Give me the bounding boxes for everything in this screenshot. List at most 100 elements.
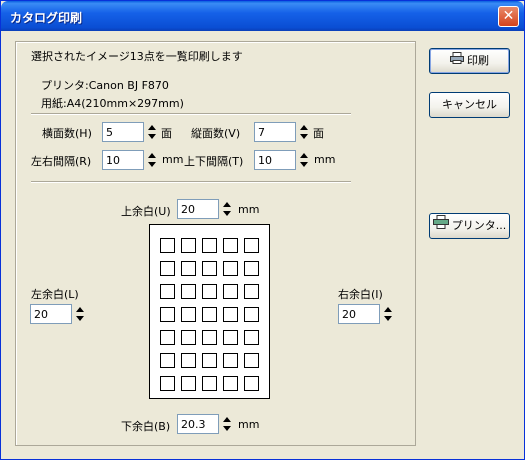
preview-grid bbox=[160, 238, 259, 391]
preview-cell bbox=[223, 307, 238, 322]
horizontal-count-unit: 面 bbox=[161, 127, 172, 140]
bottom-margin-label: 下余白(B) bbox=[121, 420, 171, 433]
preview-cell bbox=[223, 284, 238, 299]
preview-cell bbox=[181, 330, 196, 345]
preview-cell bbox=[223, 353, 238, 368]
preview-cell bbox=[202, 307, 217, 322]
cancel-button-label: キャンセル bbox=[442, 98, 497, 111]
down-arrow-icon[interactable] bbox=[384, 316, 392, 321]
preview-cell bbox=[244, 330, 259, 345]
down-arrow-icon[interactable] bbox=[148, 134, 156, 139]
vertical-count-spinner[interactable] bbox=[254, 122, 310, 142]
down-arrow-icon[interactable] bbox=[148, 162, 156, 167]
preview-cell bbox=[202, 353, 217, 368]
page-preview bbox=[149, 224, 270, 399]
preview-cell bbox=[244, 376, 259, 391]
spin-arrows[interactable] bbox=[74, 305, 86, 323]
spin-arrows[interactable] bbox=[298, 123, 310, 141]
preview-cell bbox=[202, 376, 217, 391]
horizontal-spacing-input[interactable] bbox=[102, 150, 144, 170]
top-margin-spinner[interactable] bbox=[177, 199, 233, 219]
right-margin-input[interactable] bbox=[338, 304, 380, 324]
print-button-label: 印刷 bbox=[467, 54, 489, 67]
up-arrow-icon[interactable] bbox=[384, 307, 392, 312]
preview-cell bbox=[202, 284, 217, 299]
preview-cell bbox=[202, 261, 217, 276]
vertical-spacing-spinner[interactable] bbox=[254, 150, 310, 170]
right-margin-label: 右余白(I) bbox=[338, 288, 383, 301]
spin-arrows[interactable] bbox=[298, 151, 310, 169]
horizontal-count-spinner[interactable] bbox=[102, 122, 158, 142]
spin-arrows[interactable] bbox=[146, 151, 158, 169]
up-arrow-icon[interactable] bbox=[76, 307, 84, 312]
vertical-spacing-unit: mm bbox=[314, 153, 336, 166]
preview-cell bbox=[223, 376, 238, 391]
print-button[interactable]: 印刷 bbox=[429, 48, 510, 74]
preview-cell bbox=[244, 261, 259, 276]
close-icon: ✕ bbox=[502, 8, 515, 24]
preview-cell bbox=[160, 307, 175, 322]
close-button[interactable]: ✕ bbox=[498, 6, 519, 27]
summary-text: 選択されたイメージ13点を一覧印刷します bbox=[31, 50, 243, 63]
preview-cell bbox=[223, 330, 238, 345]
preview-cell bbox=[181, 307, 196, 322]
up-arrow-icon[interactable] bbox=[300, 153, 308, 158]
catalog-print-dialog: カタログ印刷 ✕ 選択されたイメージ13点を一覧印刷します プリンタ:Canon… bbox=[0, 0, 525, 460]
vertical-spacing-input[interactable] bbox=[254, 150, 296, 170]
up-arrow-icon[interactable] bbox=[223, 417, 231, 422]
horizontal-spacing-spinner[interactable] bbox=[102, 150, 158, 170]
up-arrow-icon[interactable] bbox=[148, 125, 156, 130]
top-margin-input[interactable] bbox=[177, 199, 219, 219]
vertical-spacing-label: 上下間隔(T) bbox=[184, 155, 244, 168]
window-title: カタログ印刷 bbox=[10, 11, 83, 25]
spin-arrows[interactable] bbox=[221, 415, 233, 433]
preview-cell bbox=[244, 353, 259, 368]
separator-middle bbox=[31, 181, 351, 183]
preview-cell bbox=[244, 284, 259, 299]
up-arrow-icon[interactable] bbox=[300, 125, 308, 130]
horizontal-spacing-unit: mm bbox=[162, 153, 184, 166]
down-arrow-icon[interactable] bbox=[300, 162, 308, 167]
printer-info: プリンタ:Canon BJ F870 bbox=[41, 79, 169, 92]
up-arrow-icon[interactable] bbox=[148, 153, 156, 158]
printer-icon bbox=[450, 49, 464, 73]
preview-cell bbox=[181, 261, 196, 276]
down-arrow-icon[interactable] bbox=[223, 211, 231, 216]
printer-settings-button[interactable]: プリンタ... bbox=[429, 213, 510, 239]
paper-info: 用紙:A4(210mm×297mm) bbox=[41, 97, 184, 110]
left-margin-spinner[interactable] bbox=[30, 304, 86, 324]
down-arrow-icon[interactable] bbox=[300, 134, 308, 139]
preview-cell bbox=[181, 238, 196, 253]
down-arrow-icon[interactable] bbox=[223, 426, 231, 431]
spin-arrows[interactable] bbox=[382, 305, 394, 323]
preview-cell bbox=[202, 238, 217, 253]
bottom-margin-input[interactable] bbox=[177, 414, 219, 434]
bottom-margin-spinner[interactable] bbox=[177, 414, 233, 434]
right-margin-spinner[interactable] bbox=[338, 304, 394, 324]
up-arrow-icon[interactable] bbox=[223, 202, 231, 207]
bottom-margin-unit: mm bbox=[238, 418, 260, 431]
left-margin-label: 左余白(L) bbox=[31, 288, 79, 301]
preview-cell bbox=[160, 261, 175, 276]
vertical-count-label: 縦面数(V) bbox=[191, 127, 241, 140]
preview-cell bbox=[160, 353, 175, 368]
horizontal-spacing-label: 左右間隔(R) bbox=[31, 155, 92, 168]
horizontal-count-label: 横面数(H) bbox=[42, 127, 92, 140]
down-arrow-icon[interactable] bbox=[76, 316, 84, 321]
separator-top bbox=[31, 113, 351, 115]
preview-cell bbox=[223, 238, 238, 253]
spin-arrows[interactable] bbox=[221, 200, 233, 218]
preview-cell bbox=[181, 376, 196, 391]
title-bar[interactable]: カタログ印刷 ✕ bbox=[1, 1, 524, 31]
horizontal-count-input[interactable] bbox=[102, 122, 144, 142]
spin-arrows[interactable] bbox=[146, 123, 158, 141]
preview-cell bbox=[244, 307, 259, 322]
printer-settings-label: プリンタ... bbox=[451, 219, 507, 232]
vertical-count-input[interactable] bbox=[254, 122, 296, 142]
preview-cell bbox=[244, 238, 259, 253]
left-margin-input[interactable] bbox=[30, 304, 72, 324]
printer-settings-icon bbox=[432, 214, 449, 238]
cancel-button[interactable]: キャンセル bbox=[429, 92, 510, 118]
preview-cell bbox=[160, 376, 175, 391]
preview-cell bbox=[181, 284, 196, 299]
